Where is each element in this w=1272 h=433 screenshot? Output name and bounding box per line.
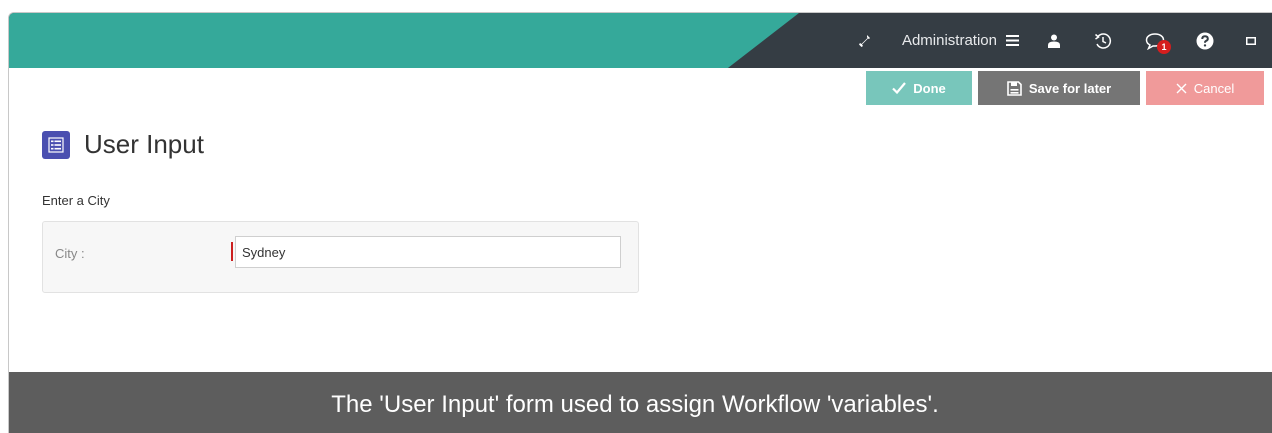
form-card: City : [42, 221, 639, 293]
save-for-later-button[interactable]: Save for later [978, 71, 1140, 105]
save-for-later-label: Save for later [1028, 80, 1112, 96]
done-label: Done [913, 80, 946, 96]
save-icon [1007, 80, 1022, 96]
app-window: Administration 1 Done Save for later Can… [8, 12, 1272, 433]
page-title: User Input [84, 129, 204, 159]
page-header: User Input [42, 129, 204, 160]
required-indicator [231, 242, 233, 261]
history-icon [1095, 32, 1112, 49]
help-button[interactable] [1181, 13, 1229, 68]
administration-label: Administration [901, 32, 997, 49]
section-label: Enter a City [42, 193, 110, 208]
top-nav: Administration 1 [842, 13, 1272, 68]
window-icon [1246, 36, 1256, 45]
hamburger-menu-icon [1006, 35, 1019, 46]
city-label: City : [55, 246, 85, 261]
done-button[interactable]: Done [866, 71, 972, 105]
user-icon [1048, 34, 1060, 48]
caption-text: The 'User Input' form used to assign Wor… [331, 391, 939, 418]
history-button[interactable] [1077, 13, 1129, 68]
administration-menu[interactable]: Administration [888, 13, 1031, 68]
caption-banner: The 'User Input' form used to assign Wor… [9, 372, 1272, 433]
comments-button[interactable]: 1 [1129, 13, 1181, 68]
window-button[interactable] [1229, 13, 1272, 68]
cancel-label: Cancel [1193, 80, 1235, 96]
cancel-button[interactable]: Cancel [1146, 71, 1264, 105]
checkmark-icon [892, 82, 907, 94]
user-button[interactable] [1031, 13, 1077, 68]
form-actions: Done Save for later Cancel [866, 71, 1264, 105]
top-bar: Administration 1 [9, 13, 1272, 68]
form-icon [42, 130, 70, 159]
top-bar-accent [9, 13, 799, 68]
wrench-icon [858, 34, 870, 47]
help-icon [1196, 32, 1214, 49]
city-input[interactable] [235, 236, 621, 268]
notification-badge: 1 [1157, 39, 1171, 54]
tools-button[interactable] [842, 13, 888, 68]
close-icon [1176, 83, 1187, 93]
